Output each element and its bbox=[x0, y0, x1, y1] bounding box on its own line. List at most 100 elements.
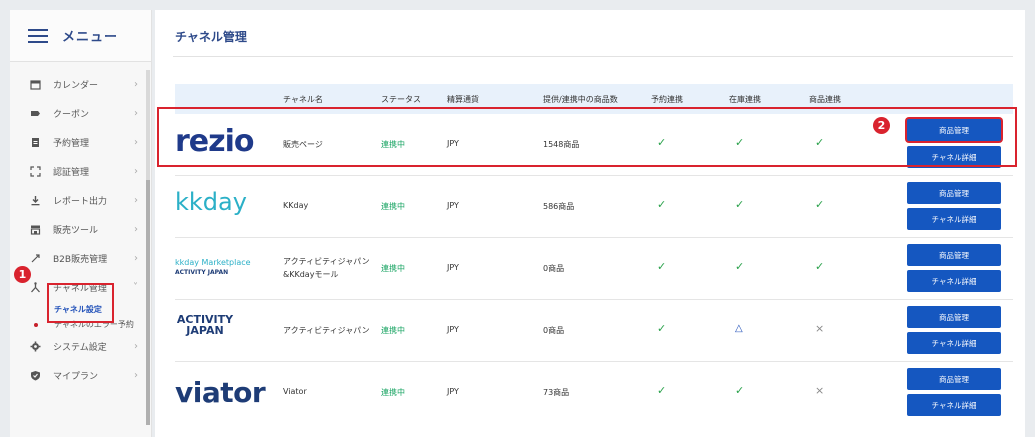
table-row: ACTIVITY JAPAN アクティビティジャパン 連携中 JPY 0商品 ✓… bbox=[175, 300, 1013, 362]
shield-icon bbox=[30, 370, 41, 381]
chevron-right-icon: › bbox=[134, 341, 138, 352]
hamburger-icon[interactable] bbox=[28, 28, 48, 43]
currency-text: JPY bbox=[447, 201, 459, 210]
chevron-right-icon: › bbox=[134, 195, 138, 206]
table-row: viator Viator 連携中 JPY 73商品 ✓ ✓ × 商品管理 チャ… bbox=[175, 362, 1013, 424]
check-icon: ✓ bbox=[735, 198, 745, 211]
triangle-icon: △ bbox=[735, 323, 743, 334]
calendar-icon bbox=[30, 79, 41, 90]
sidebar-item-report[interactable]: レポート出力 › bbox=[10, 186, 151, 215]
status-text: 連携中 bbox=[381, 264, 405, 273]
annotation-badge-1: 1 bbox=[14, 266, 31, 283]
b2b-icon bbox=[30, 253, 41, 264]
product-manage-button[interactable]: 商品管理 bbox=[907, 244, 1001, 266]
logo-text: kkday Marketplace bbox=[175, 258, 251, 267]
kkday-marketplace-logo: kkday Marketplace ACTIVITY JAPAN bbox=[175, 258, 265, 276]
channel-detail-button[interactable]: チャネル詳細 bbox=[907, 208, 1001, 230]
viator-logo: viator bbox=[175, 376, 266, 409]
product-count: 73商品 bbox=[543, 388, 570, 397]
chevron-right-icon: › bbox=[134, 224, 138, 235]
divider bbox=[173, 56, 1013, 57]
status-text: 連携中 bbox=[381, 326, 405, 335]
cross-icon: × bbox=[815, 322, 825, 335]
status-text: 連携中 bbox=[381, 388, 405, 397]
sidebar-item-label: 認証管理 bbox=[53, 168, 90, 178]
check-icon: ✓ bbox=[735, 260, 745, 273]
cross-icon: × bbox=[815, 384, 825, 397]
channel-name: Viator bbox=[283, 387, 307, 396]
sidebar-item-auth[interactable]: 認証管理 › bbox=[10, 157, 151, 186]
sidebar-item-system-settings[interactable]: システム設定 › bbox=[10, 332, 151, 361]
chevron-right-icon: › bbox=[134, 166, 138, 177]
channel-name-line2: &KKdayモール bbox=[283, 270, 339, 279]
column-header: 在庫連携 bbox=[729, 95, 761, 104]
chevron-right-icon: › bbox=[134, 137, 138, 148]
highlight-box-channel-menu bbox=[47, 283, 114, 323]
check-icon: ✓ bbox=[735, 384, 745, 397]
column-header: 予約連携 bbox=[651, 95, 683, 104]
column-header: 商品連携 bbox=[809, 95, 841, 104]
sidebar-scrollbar-thumb[interactable] bbox=[146, 180, 150, 425]
currency-text: JPY bbox=[447, 263, 459, 272]
sidebar-item-label: レポート出力 bbox=[53, 197, 108, 207]
menu-header[interactable]: メニュー bbox=[10, 10, 151, 62]
product-manage-button[interactable]: 商品管理 bbox=[907, 368, 1001, 390]
store-icon bbox=[30, 224, 41, 235]
channel-name: KKday bbox=[283, 201, 309, 210]
product-count: 0商品 bbox=[543, 326, 565, 335]
column-header: 精算通貨 bbox=[447, 95, 479, 104]
sidebar-item-label: カレンダー bbox=[53, 81, 99, 91]
column-header: 提供/連携中の商品数 bbox=[543, 95, 618, 104]
sidebar-item-label: クーポン bbox=[53, 110, 90, 120]
chevron-right-icon: › bbox=[134, 370, 138, 381]
sidebar-item-label: 予約管理 bbox=[53, 139, 90, 149]
channel-icon bbox=[30, 282, 41, 293]
highlight-box-rezio-row bbox=[157, 107, 1017, 167]
chevron-right-icon: › bbox=[134, 253, 138, 264]
sidebar-item-my-plan[interactable]: マイプラン › bbox=[10, 361, 151, 390]
currency-text: JPY bbox=[447, 387, 459, 396]
channel-detail-button[interactable]: チャネル詳細 bbox=[907, 332, 1001, 354]
kkday-logo: kkday bbox=[175, 188, 247, 216]
sidebar-item-booking[interactable]: 予約管理 › bbox=[10, 128, 151, 157]
error-dot-icon bbox=[34, 323, 38, 327]
sidebar-item-calendar[interactable]: カレンダー › bbox=[10, 70, 151, 99]
app-window: メニュー カレンダー › クーポン › 予約管理 › 認証管理 › レポート出力… bbox=[0, 0, 1035, 437]
coupon-icon bbox=[30, 108, 41, 119]
page-title: チャネル管理 bbox=[175, 30, 247, 44]
chevron-right-icon: › bbox=[134, 108, 138, 119]
check-icon: ✓ bbox=[657, 260, 667, 273]
document-icon bbox=[30, 137, 41, 148]
currency-text: JPY bbox=[447, 325, 459, 334]
product-manage-button[interactable]: 商品管理 bbox=[907, 182, 1001, 204]
sidebar-item-sales-tools[interactable]: 販売ツール › bbox=[10, 215, 151, 244]
column-header: チャネル名 bbox=[283, 95, 323, 104]
table-row: kkday Marketplace ACTIVITY JAPAN アクティビティ… bbox=[175, 238, 1013, 300]
table-row: kkday KKday 連携中 JPY 586商品 ✓ ✓ ✓ 商品管理 チャネ… bbox=[175, 176, 1013, 238]
chevron-right-icon: › bbox=[134, 79, 138, 90]
sidebar-item-label: 販売ツール bbox=[53, 226, 99, 236]
sidebar: メニュー カレンダー › クーポン › 予約管理 › 認証管理 › レポート出力… bbox=[10, 10, 152, 437]
sidebar-item-label: マイプラン bbox=[53, 372, 99, 382]
channel-detail-button[interactable]: チャネル詳細 bbox=[907, 270, 1001, 292]
main-panel: チャネル管理 チャネル名 ステータス 精算通貨 提供/連携中の商品数 予約連携 … bbox=[155, 10, 1025, 437]
check-icon: ✓ bbox=[657, 384, 667, 397]
check-icon: ✓ bbox=[815, 198, 825, 211]
sidebar-item-b2b[interactable]: B2B販売管理 › bbox=[10, 244, 151, 273]
logo-text: ACTIVITY JAPAN bbox=[175, 269, 229, 276]
check-icon: ✓ bbox=[657, 198, 667, 211]
scan-icon bbox=[30, 166, 41, 177]
sidebar-item-label: B2B販売管理 bbox=[53, 255, 108, 265]
sidebar-item-coupon[interactable]: クーポン › bbox=[10, 99, 151, 128]
check-icon: ✓ bbox=[815, 260, 825, 273]
channel-detail-button[interactable]: チャネル詳細 bbox=[907, 394, 1001, 416]
product-manage-button[interactable]: 商品管理 bbox=[907, 306, 1001, 328]
chevron-down-icon: ˅ bbox=[133, 282, 138, 293]
download-icon bbox=[30, 195, 41, 206]
channel-name-line1: アクティビティジャパン bbox=[283, 257, 370, 266]
gear-icon bbox=[30, 341, 41, 352]
product-count: 586商品 bbox=[543, 202, 575, 211]
sidebar-item-label: システム設定 bbox=[53, 343, 107, 353]
product-count: 0商品 bbox=[543, 264, 565, 273]
menu-title: メニュー bbox=[62, 30, 119, 45]
